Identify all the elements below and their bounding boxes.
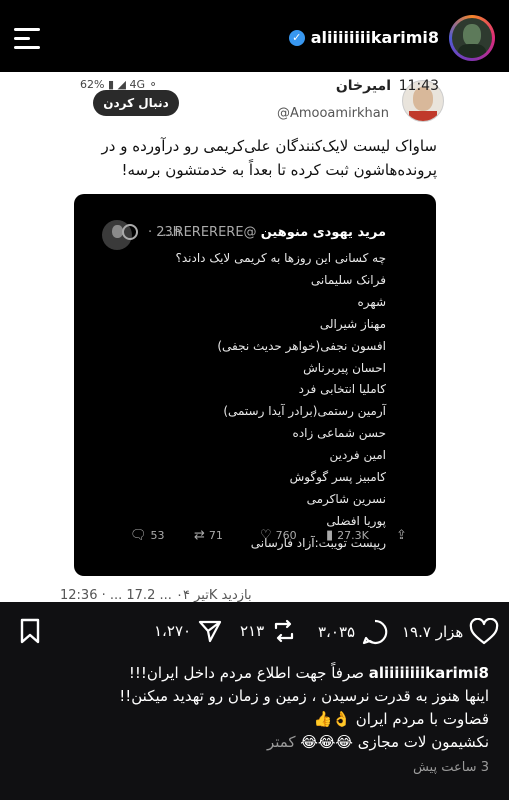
comment-icon bbox=[362, 619, 388, 645]
quoted-line: احسان پیربرناش bbox=[303, 360, 386, 375]
quoted-line: شهره bbox=[357, 294, 387, 309]
bookmark-icon bbox=[20, 618, 40, 644]
verified-badge-icon: ✓ bbox=[288, 29, 305, 46]
avatar[interactable] bbox=[452, 18, 492, 58]
tweet-text: ساواک لیست لایک‌کنندگان علی‌کریمی رو درآ… bbox=[101, 137, 437, 179]
quoted-replies: 🗨 53 bbox=[130, 528, 165, 543]
quoted-text: چه کسانی این روزها به کریمی لایک دادند؟ … bbox=[126, 248, 387, 555]
comments-count: ۳،۰۳۵ bbox=[318, 623, 356, 641]
quoted-time: · 23h bbox=[148, 225, 182, 240]
save-button[interactable] bbox=[18, 618, 42, 644]
heart-icon bbox=[470, 618, 499, 645]
caption-line: aliiiiiiiikarimi8 صرفاً جهت اطلاع مردم د… bbox=[128, 664, 489, 682]
post-caption: aliiiiiiiikarimi8 صرفاً جهت اطلاع مردم د… bbox=[19, 662, 489, 754]
tweet-author-name: امیرخان bbox=[335, 78, 391, 94]
profile-username[interactable]: aliiiiiiiikarimi8 bbox=[311, 28, 439, 47]
tweet-time: 11:43 bbox=[398, 78, 439, 94]
quoted-line: کاملیا انتخابی فرد bbox=[298, 382, 386, 397]
post-time-ago: 3 ساعت پیش bbox=[412, 760, 489, 775]
reply-icon: 🗨 bbox=[130, 528, 147, 543]
tweet-footer: 12:36 · ... تیر ۰۴ ... 17.2K بازدید bbox=[60, 588, 252, 602]
story-ring[interactable] bbox=[449, 15, 495, 61]
shares-count: ۱،۲۷۰ bbox=[154, 622, 192, 640]
grok-icon bbox=[122, 224, 138, 240]
quoted-line: کامبیز پسر گوگوش bbox=[289, 470, 386, 485]
quoted-line: فرانک سلیمانی bbox=[310, 272, 386, 287]
repost-icon bbox=[275, 619, 294, 643]
menu-icon[interactable] bbox=[14, 28, 42, 49]
quoted-line: آرمین رستمی(برادر آیدا رستمی) bbox=[223, 404, 386, 419]
share-button[interactable]: ۱،۲۷۰ bbox=[154, 618, 223, 644]
caption-line: اینها هنوز به قدرت نرسیدن ، زمین و زمان … bbox=[119, 687, 489, 705]
show-less-link[interactable]: کمتر bbox=[267, 733, 296, 751]
post-actions: ۱،۲۷۰ ۲۱۳ ۳،۰۳۵ ۱۹.۷ هزار bbox=[0, 602, 509, 660]
likes-count: ۱۹.۷ هزار bbox=[402, 623, 464, 641]
quoted-author-name: مرید یهودی منوهین bbox=[260, 225, 386, 240]
tweet-author-handle: @Amooamirkhan bbox=[276, 106, 389, 121]
quoted-bookmark-share: ⇪ bbox=[396, 528, 407, 543]
quoted-line: چه کسانی این روزها به کریمی لایک دادند؟ bbox=[175, 251, 387, 265]
quoted-tweet: مرید یهودی منوهین @RERERERE... · 23h چه … bbox=[74, 194, 436, 576]
quoted-line: حسن شماعی زاده bbox=[292, 426, 386, 441]
profile-header[interactable]: ✓ aliiiiiiiikarimi8 bbox=[288, 28, 439, 47]
repost-icon: ⇄ bbox=[194, 528, 205, 543]
send-icon bbox=[198, 620, 222, 643]
follow-button[interactable]: دنبال کردن bbox=[93, 90, 179, 116]
quoted-actions: 🗨 53 ⇄ 71 ♡ 760 ▮ 27.3K ⇪ bbox=[74, 528, 436, 552]
top-bar: ✓ aliiiiiiiikarimi8 bbox=[0, 0, 509, 72]
quoted-line: نسرین شاکرمی bbox=[306, 491, 386, 506]
quoted-views: ▮ 27.3K bbox=[326, 528, 369, 543]
quoted-line: امین فردین bbox=[329, 448, 386, 463]
repost-button[interactable]: ۲۱۳ bbox=[240, 618, 298, 644]
caption-line: نکشیمون لات مجازی 😂😂😂 کمتر bbox=[266, 733, 489, 751]
heart-outline-icon: ♡ bbox=[260, 528, 272, 543]
quoted-likes: ♡ 760 bbox=[260, 528, 297, 543]
like-button[interactable]: ۱۹.۷ هزار bbox=[402, 618, 499, 646]
caption-username[interactable]: aliiiiiiiikarimi8 bbox=[369, 664, 489, 682]
caption-line: قضاوت با مردم ایران 👌👍 bbox=[313, 710, 489, 728]
views-icon: ▮ bbox=[326, 528, 334, 543]
quoted-line: افسون نجفی(خواهر حدیث نجفی) bbox=[217, 338, 386, 353]
post-media[interactable]: 62% ▮ ◢ 4G ⚬ دنبال کردن 11:43 امیرخان @A… bbox=[0, 72, 509, 602]
quoted-reposts: ⇄ 71 bbox=[194, 528, 223, 543]
reposts-count: ۲۱۳ bbox=[240, 622, 265, 640]
quoted-author: مرید یهودی منوهین @RERERERE... bbox=[162, 225, 386, 240]
quoted-line: مهناز شیرالی bbox=[319, 316, 386, 331]
share-icon: ⇪ bbox=[396, 528, 407, 543]
comment-button[interactable]: ۳،۰۳۵ bbox=[318, 618, 389, 646]
